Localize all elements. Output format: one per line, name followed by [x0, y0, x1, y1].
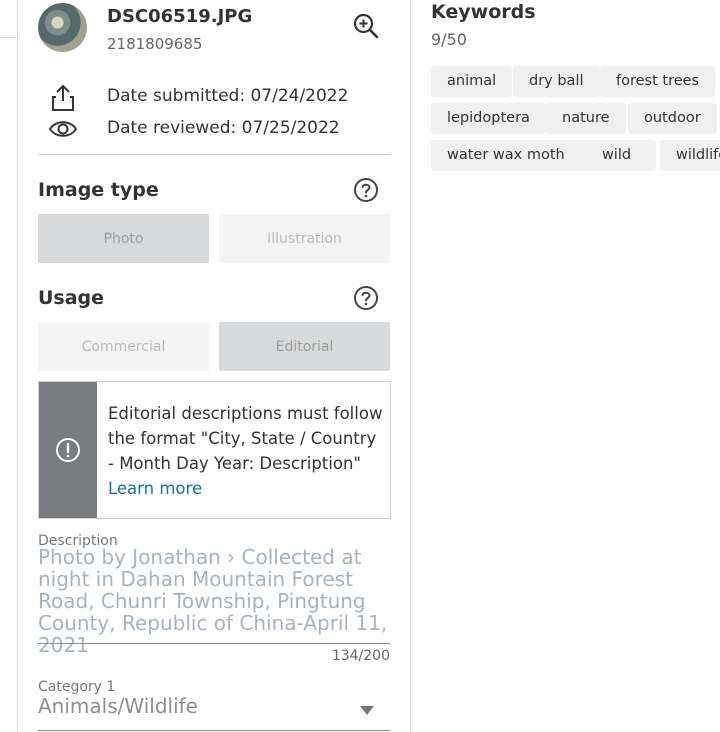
description-counter: 134/200 — [331, 648, 390, 664]
date-submitted: Date submitted: 07/24/2022 — [107, 86, 349, 106]
usage-title: Usage — [38, 287, 105, 309]
keywords-panel: Keywords 9/50 animal dry ball forest tre… — [411, 0, 720, 732]
keyword-chip[interactable]: dry ball — [513, 66, 600, 97]
image-type-photo-button[interactable]: Photo — [38, 214, 209, 263]
keywords-title: Keywords — [431, 1, 536, 23]
keyword-chip[interactable]: nature — [546, 103, 626, 134]
file-id: 2181809685 — [107, 35, 203, 53]
editorial-notice: Editorial descriptions must follow the f… — [38, 381, 391, 519]
file-name: DSC06519.JPG — [107, 6, 253, 27]
notice-text: Editorial descriptions must follow the f… — [108, 401, 383, 501]
question-circle-icon[interactable] — [353, 177, 379, 203]
eye-icon — [48, 116, 78, 144]
image-type-title: Image type — [38, 179, 159, 201]
image-type-illustration-button[interactable]: Illustration — [219, 214, 390, 263]
category1-underline — [38, 730, 390, 731]
image-thumbnail[interactable] — [38, 3, 87, 52]
keyword-chip[interactable]: wild — [577, 140, 656, 171]
question-circle-icon[interactable] — [353, 285, 379, 311]
keyword-chip[interactable]: animal — [431, 66, 513, 97]
share-icon — [48, 84, 78, 112]
description-input[interactable]: Photo by Jonathan › Collected at night i… — [38, 546, 394, 656]
notice-message: Editorial descriptions must follow the f… — [108, 404, 383, 473]
keyword-chip[interactable]: forest trees — [600, 66, 716, 97]
caret-down-icon[interactable] — [360, 700, 374, 715]
usage-commercial-button[interactable]: Commercial — [38, 322, 209, 371]
description-underline — [38, 643, 390, 644]
keyword-chip[interactable]: lepidoptera — [431, 103, 546, 134]
keyword-chip[interactable]: water wax moth — [431, 140, 581, 171]
keyword-chip[interactable]: wildlife — [660, 140, 720, 171]
row-divider — [0, 37, 17, 38]
keywords-count: 9/50 — [431, 30, 467, 49]
section-divider — [38, 154, 390, 155]
zoom-in-icon[interactable] — [352, 12, 380, 40]
notice-bar — [39, 382, 97, 518]
image-details-panel: DSC06519.JPG 2181809685 Date submitted: … — [18, 0, 410, 732]
category1-select[interactable]: Animals/Wildlife — [38, 694, 198, 718]
left-panel-edge — [0, 0, 17, 732]
usage-editorial-button[interactable]: Editorial — [219, 322, 390, 371]
category1-label: Category 1 — [38, 679, 116, 695]
learn-more-link[interactable]: Learn more — [108, 476, 383, 501]
exclamation-circle-icon — [55, 437, 81, 463]
date-reviewed: Date reviewed: 07/25/2022 — [107, 118, 340, 138]
keyword-chip[interactable]: outdoor — [628, 103, 717, 134]
